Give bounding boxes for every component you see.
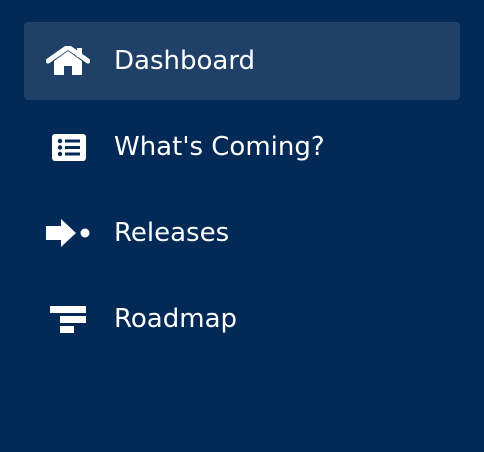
release-arrow-icon bbox=[46, 218, 90, 248]
sidebar-item-releases[interactable]: Releases bbox=[24, 194, 460, 272]
sidebar-item-roadmap[interactable]: Roadmap bbox=[24, 280, 460, 358]
sidebar-item-label: What's Coming? bbox=[114, 132, 325, 162]
roadmap-icon bbox=[46, 304, 90, 334]
home-icon bbox=[46, 46, 90, 76]
sidebar-nav: Dashboard What's Coming? Releases Roadma… bbox=[0, 0, 484, 452]
sidebar-item-label: Dashboard bbox=[114, 46, 256, 76]
sidebar-item-dashboard[interactable]: Dashboard bbox=[24, 22, 460, 100]
list-icon bbox=[46, 132, 90, 162]
sidebar-item-label: Releases bbox=[114, 218, 230, 248]
sidebar-item-label: Roadmap bbox=[114, 304, 238, 334]
sidebar-item-whats-coming[interactable]: What's Coming? bbox=[24, 108, 460, 186]
